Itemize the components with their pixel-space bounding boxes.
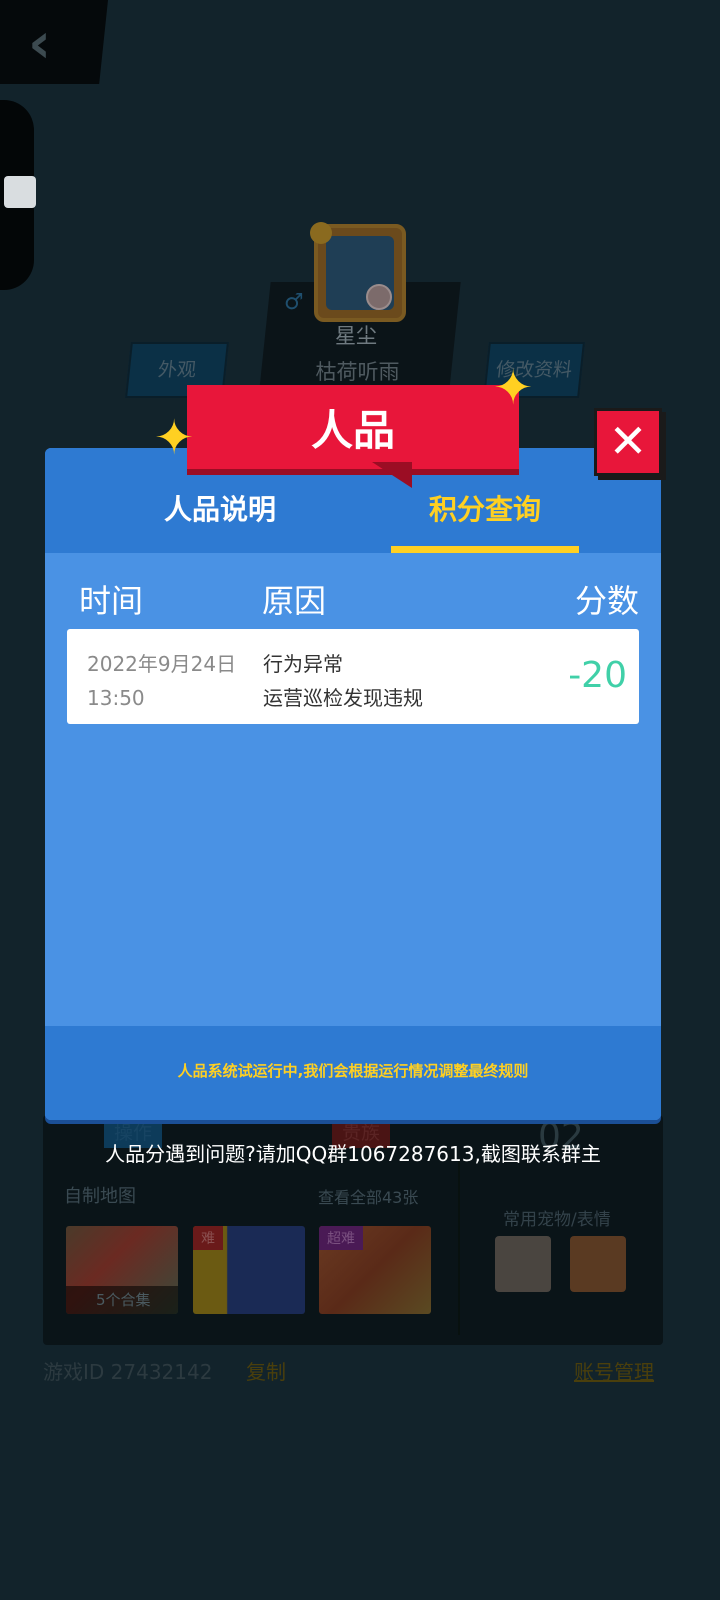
- player-name: 星尘: [335, 324, 377, 348]
- record-reason-main: 行为异常: [263, 652, 343, 676]
- record-datetime: 2022年9月24日 13:50: [87, 647, 247, 715]
- footer-note: 人品系统试运行中,我们会根据运行情况调整最终规则: [177, 1062, 529, 1080]
- record-score: -20: [568, 655, 627, 696]
- column-header-time: 时间: [79, 582, 144, 620]
- reputation-modal: 人品说明 积分查询 时间 原因 分数 2022年9月24日 13:50 行为异常…: [45, 448, 661, 1120]
- pet-thumbnail[interactable]: [570, 1236, 626, 1292]
- male-icon: ♂: [284, 290, 304, 315]
- flower-icon: [310, 222, 332, 244]
- copy-id-link[interactable]: 复制: [246, 1356, 286, 1385]
- collection-label: 5个合集: [66, 1286, 178, 1314]
- pets-label: 常用宠物/表情: [503, 1210, 611, 1230]
- column-header-score: 分数: [574, 582, 639, 620]
- view-all-maps-link[interactable]: 查看全部43张: [318, 1184, 418, 1208]
- map-thumbnail[interactable]: 5个合集: [66, 1226, 178, 1314]
- record-date: 2022年9月24日: [87, 652, 237, 676]
- modal-footer: 人品系统试运行中,我们会根据运行情况调整最终规则: [45, 1026, 661, 1120]
- modal-title: 人品: [310, 406, 395, 455]
- map-thumbnail[interactable]: 超难: [319, 1226, 431, 1314]
- custom-maps-label: 自制地图: [64, 1186, 136, 1207]
- player-subtitle: 枯荷听雨: [315, 360, 400, 384]
- pet-thumbnail[interactable]: [495, 1236, 551, 1292]
- column-header-reason: 原因: [262, 582, 327, 620]
- help-text: 人品分遇到问题?请加QQ群1067287613,截图联系群主: [105, 1142, 601, 1166]
- record-reason: 行为异常 运营巡检发现违规: [263, 647, 523, 715]
- record-time: 13:50: [87, 686, 145, 710]
- tab-score-query[interactable]: 积分查询: [391, 488, 579, 548]
- modal-title-ribbon: 人品: [187, 385, 519, 469]
- sparkle-icon: ✦: [154, 410, 195, 466]
- close-icon[interactable]: ✕: [594, 408, 662, 476]
- avatar-badge: [366, 284, 392, 310]
- table-row: 2022年9月24日 13:50 行为异常 运营巡检发现违规 -20: [67, 629, 639, 724]
- tab-reputation-explanation[interactable]: 人品说明: [125, 488, 315, 548]
- avatar[interactable]: [310, 222, 406, 322]
- active-tab-indicator: [391, 546, 579, 553]
- difficulty-badge: 超难: [319, 1226, 363, 1250]
- puzzle-icon[interactable]: [4, 176, 36, 208]
- difficulty-badge: 难: [193, 1226, 223, 1250]
- ribbon-tail: [372, 462, 412, 488]
- panel-divider: [458, 1160, 460, 1335]
- map-thumbnail[interactable]: 难: [193, 1226, 305, 1314]
- record-reason-detail: 运营巡检发现违规: [263, 686, 423, 710]
- sparkle-icon: ✦: [493, 360, 534, 416]
- account-management-link[interactable]: 账号管理: [574, 1356, 654, 1385]
- chevron-left-icon[interactable]: ‹: [28, 14, 72, 74]
- game-id: 游戏ID 27432142: [43, 1360, 213, 1384]
